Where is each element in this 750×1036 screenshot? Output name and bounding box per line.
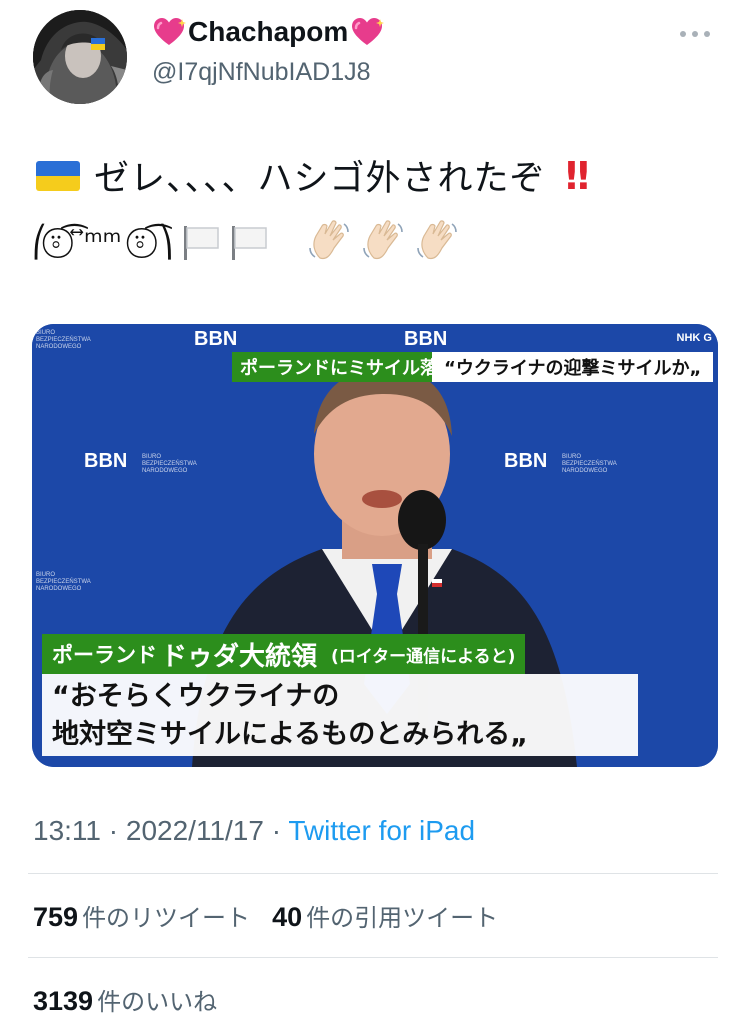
speaker-caption: ポーランド ドゥダ大統領 (ロイター通信によると): [42, 634, 526, 674]
backdrop-logo-subtext: BIURO BEZPIECZEŃSTWA NARODOWEGO: [562, 454, 617, 474]
divider: [28, 957, 718, 958]
retweet-count: 759: [33, 902, 79, 932]
display-name: Chachapom: [188, 16, 349, 47]
tweet-text-line1: ゼレ、、、、ハシゴ外されたぞ ‼: [36, 150, 590, 201]
waving-hand-icon: [362, 220, 403, 260]
sparkling-heart-icon: [352, 18, 385, 45]
tweet-date[interactable]: 2022/11/17: [126, 815, 264, 846]
meta-separator: ·: [108, 815, 119, 846]
double-exclamation-icon: ‼: [565, 153, 590, 198]
more-icon[interactable]: [680, 26, 720, 42]
user-handle[interactable]: @I7qjNfNubIAD1J8: [152, 58, 371, 87]
speaker-prefix: ポーランド: [52, 643, 157, 667]
white-flag-icon: [231, 226, 267, 260]
kaomoji-text: ⎛⍤⃝ ͡ ⃡ᵐᵐ ⍤⃝ ͡⎞: [32, 224, 174, 260]
backdrop-logo-subtext: BIURO BEZPIECZEŃSTWA NARODOWEGO: [36, 572, 91, 592]
backdrop-logo: BBN: [504, 450, 548, 472]
tweet-text-line2: ⎛⍤⃝ ͡ ⃡ᵐᵐ ⍤⃝ ͡⎞: [32, 218, 462, 266]
quotes-stat[interactable]: 40 件の引用ツイート: [272, 898, 498, 933]
backdrop-logo: BBN: [404, 328, 448, 350]
tweet-time[interactable]: 13:11: [33, 815, 101, 846]
backdrop-logo: BBN: [194, 328, 238, 350]
quote-line: 地対空ミサイルによるものとみられる„: [52, 719, 528, 750]
white-flag-icon: [183, 226, 219, 260]
tweet-stats-row: 759 件のリツイート 40 件の引用ツイート: [33, 898, 498, 933]
speaker-source: (ロイター通信によると): [331, 646, 516, 667]
speaker-name: ドゥダ大統領: [161, 641, 318, 672]
waving-hand-icon: [416, 220, 457, 260]
backdrop-logo-subtext: BIURO BEZPIECZEŃSTWA NARODOWEGO: [36, 330, 91, 350]
sparkling-heart-icon: [154, 18, 186, 45]
quote-label: 件の引用ツイート: [306, 904, 499, 932]
like-label: 件のいいね: [97, 988, 218, 1016]
tweet-text: ゼレ、、、、ハシゴ外されたぞ: [94, 159, 546, 199]
display-name-row[interactable]: Chachapom: [152, 16, 385, 48]
quote-count: 40: [272, 902, 303, 932]
backdrop-logo: BBN: [84, 450, 128, 472]
meta-separator: ·: [271, 815, 282, 846]
tweet-source-link[interactable]: Twitter for iPad: [288, 815, 475, 846]
backdrop-logo-subtext: BIURO BEZPIECZEŃSTWA NARODOWEGO: [142, 454, 197, 474]
top-caption-green: ポーランドにミサイル落下: [232, 352, 464, 382]
tweet-media-image[interactable]: BBN BBN BBN BBN BIURO BEZPIECZEŃSTWA NAR…: [32, 324, 718, 767]
top-caption-white: “ウクライナの迎撃ミサイルか„: [432, 352, 714, 382]
likes-stat[interactable]: 3139 件のいいね: [33, 982, 217, 1017]
like-count: 3139: [33, 986, 94, 1016]
retweets-stat[interactable]: 759 件のリツイート: [33, 898, 250, 933]
ukraine-flag-icon: [36, 160, 80, 191]
broadcaster-mark: NHK G: [676, 332, 712, 344]
quote-line: “おそらくウクライナの: [52, 681, 340, 712]
tweet-meta: 13:11 · 2022/11/17 · Twitter for iPad: [33, 815, 475, 847]
waving-hand-icon: [308, 220, 349, 260]
retweet-label: 件のリツイート: [82, 904, 251, 932]
quote-caption: “おそらくウクライナの 地対空ミサイルによるものとみられる„: [42, 674, 638, 756]
divider: [28, 873, 718, 874]
avatar[interactable]: [33, 10, 127, 104]
